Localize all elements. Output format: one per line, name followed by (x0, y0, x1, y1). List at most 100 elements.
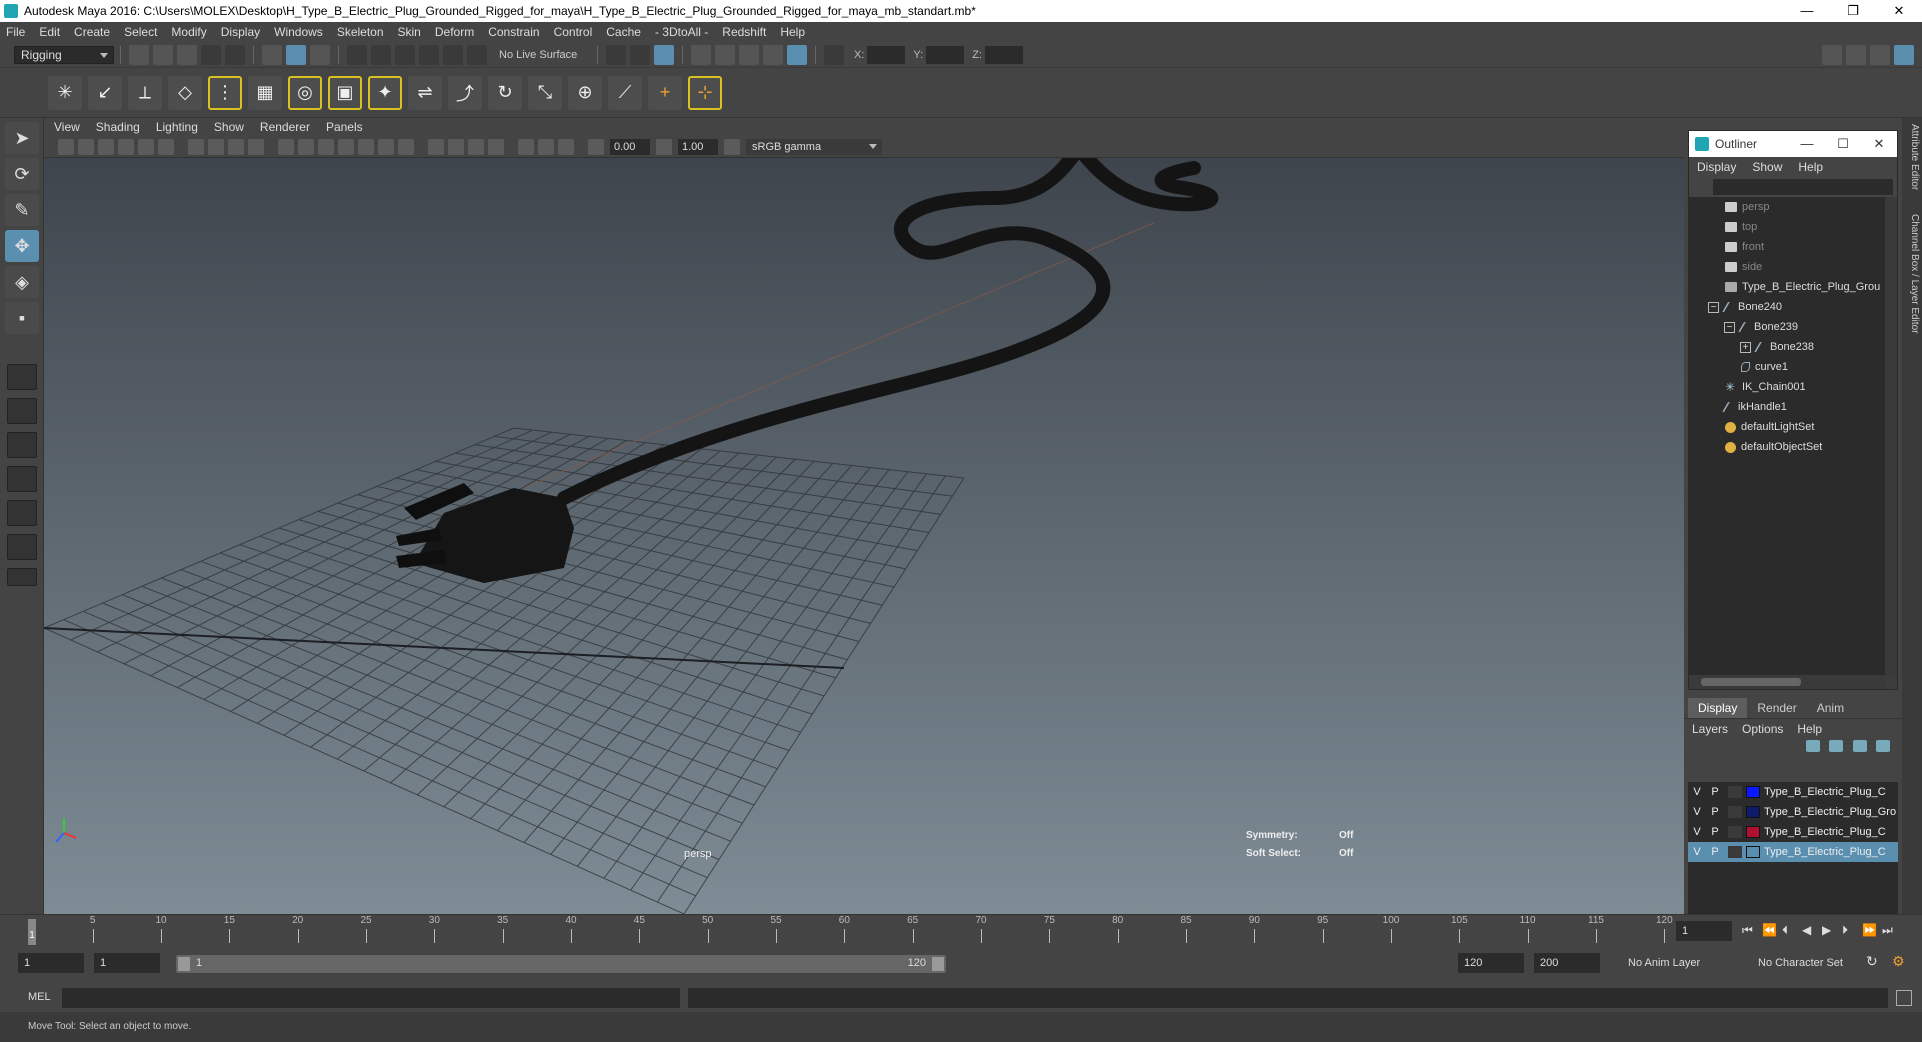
bind-skin-icon[interactable]: ▦ (248, 75, 282, 110)
parent-constraint-icon[interactable]: ⊕ (568, 75, 602, 110)
menu-item-9[interactable]: Deform (435, 25, 474, 39)
modeling-toolkit-icon[interactable] (1822, 44, 1842, 65)
step-back-frame-icon[interactable]: ⏴ (1782, 923, 1788, 938)
ambient-occlusion-icon[interactable] (398, 138, 414, 155)
outliner-item-2[interactable]: front (1689, 237, 1885, 257)
anti-aliasing-icon[interactable] (448, 138, 464, 155)
outliner-item-9[interactable]: ✳ IK_Chain001 (1689, 377, 1885, 397)
play-forward-icon[interactable]: ▶ (1822, 923, 1831, 937)
wireframe-on-shaded-icon[interactable] (318, 138, 334, 155)
smooth-shade-icon[interactable] (298, 138, 314, 155)
layer-visibility-toggle[interactable]: V (1688, 786, 1706, 798)
outliner-menu-item-0[interactable]: Display (1697, 160, 1736, 174)
close-button[interactable]: ✕ (1876, 0, 1922, 22)
shadows-icon[interactable] (378, 138, 394, 155)
locator-icon[interactable]: + (648, 75, 682, 110)
outliner-item-3[interactable]: side (1689, 257, 1885, 277)
anim-layer-dropdown[interactable]: No Anim Layer (1628, 957, 1700, 969)
outliner-close-button[interactable]: ✕ (1861, 131, 1897, 157)
point-constraint-icon[interactable]: ⇌ (408, 75, 442, 110)
rotate-tool-icon[interactable]: ◈ (5, 266, 39, 298)
redo-icon[interactable] (225, 44, 245, 65)
use-all-lights-icon[interactable] (358, 138, 374, 155)
outliner-menu-item-1[interactable]: Show (1752, 160, 1782, 174)
menu-item-11[interactable]: Control (554, 25, 593, 39)
pole-vector-icon[interactable]: ⟋ (608, 75, 642, 110)
menu-item-0[interactable]: File (6, 25, 25, 39)
undo-icon[interactable] (201, 44, 221, 65)
step-forward-frame-icon[interactable]: ⏵ (1842, 923, 1848, 938)
outliner-vertical-scrollbar[interactable] (1885, 197, 1897, 677)
menu-item-8[interactable]: Skin (398, 25, 421, 39)
render-view-icon[interactable] (691, 44, 711, 65)
animation-start-field[interactable]: 1 (18, 953, 84, 973)
persp-graph-layout-icon[interactable] (7, 466, 37, 492)
menu-item-14[interactable]: Redshift (722, 25, 766, 39)
exposure-field[interactable]: 0.00 (610, 138, 650, 155)
menu-item-13[interactable]: - 3DtoAll - (655, 25, 708, 39)
layer-row[interactable]: V P Type_B_Electric_Plug_C (1688, 842, 1898, 862)
wireframe-icon[interactable] (278, 138, 294, 155)
layer-visibility-toggle[interactable]: V (1688, 806, 1706, 818)
layer-playback-toggle[interactable]: P (1706, 826, 1724, 838)
current-frame-field[interactable]: 1 (1676, 921, 1732, 941)
expand-toggle-icon[interactable]: − (1724, 321, 1735, 333)
scale-tool-icon[interactable]: ▪ (5, 302, 39, 334)
snap-surface-icon[interactable] (443, 44, 463, 65)
menu-item-6[interactable]: Windows (274, 25, 323, 39)
outliner-horizontal-scrollbar[interactable] (1689, 675, 1885, 689)
layer-menu-item-2[interactable]: Help (1797, 722, 1822, 736)
channel-box-tab[interactable]: Channel Box / Layer Editor (1904, 208, 1920, 340)
minimize-button[interactable]: — (1784, 0, 1830, 22)
auto-key-icon[interactable]: ↻ (1866, 953, 1878, 970)
ik-spline-icon[interactable]: ⟂ (128, 75, 162, 110)
interactive-bind-icon[interactable]: ▣ (328, 75, 362, 110)
viewport-menu-item-3[interactable]: Show (214, 120, 244, 134)
expand-toggle-icon[interactable]: + (1740, 341, 1751, 353)
select-component-icon[interactable] (310, 44, 330, 65)
persp-outliner-layout-icon[interactable] (7, 500, 37, 526)
ik-handle-icon[interactable]: ↙ (88, 75, 122, 110)
view-transform-dropdown[interactable]: sRGB gamma (746, 138, 882, 155)
layer-menu-item-1[interactable]: Options (1742, 722, 1783, 736)
camera-attributes-icon[interactable] (58, 138, 74, 155)
step-forward-key-icon[interactable]: ⏩ (1862, 923, 1877, 937)
color-management-icon[interactable] (724, 138, 740, 155)
resolution-gate-icon[interactable] (158, 138, 174, 155)
render-frame-icon[interactable] (715, 44, 735, 65)
menu-item-5[interactable]: Display (221, 25, 260, 39)
outliner-minimize-button[interactable]: — (1789, 131, 1825, 157)
grid-toggle-icon[interactable] (118, 138, 134, 155)
menu-item-3[interactable]: Select (124, 25, 157, 39)
depth-of-field-icon[interactable] (468, 138, 484, 155)
outliner-item-12[interactable]: defaultObjectSet (1689, 437, 1885, 457)
viewport-menu-item-2[interactable]: Lighting (156, 120, 198, 134)
outliner-menu-item-2[interactable]: Help (1798, 160, 1823, 174)
outliner-item-10[interactable]: ikHandle1 (1689, 397, 1885, 417)
joint-tool-icon[interactable]: ✳ (48, 75, 82, 110)
go-to-end-icon[interactable]: ⏭ (1882, 923, 1893, 938)
four-view-layout-icon[interactable] (7, 398, 37, 424)
playback-start-field[interactable]: 1 (94, 953, 160, 973)
menu-item-2[interactable]: Create (74, 25, 110, 39)
x-field[interactable] (867, 45, 906, 64)
select-object-icon[interactable] (286, 44, 306, 65)
move-tool-icon[interactable]: ✥ (5, 230, 39, 262)
move-layer-up-icon[interactable] (1805, 739, 1820, 752)
layer-type-toggle[interactable] (1728, 806, 1742, 818)
restore-button[interactable]: ❐ (1830, 0, 1876, 22)
attribute-editor-toggle-icon[interactable] (1846, 44, 1866, 65)
field-chart-icon[interactable] (208, 138, 224, 155)
layer-color-swatch[interactable] (1746, 846, 1760, 858)
motion-blur-icon[interactable] (428, 138, 444, 155)
xray-joints-icon[interactable] (538, 138, 554, 155)
mel-input[interactable] (62, 988, 680, 1008)
exposure-icon[interactable] (588, 138, 604, 155)
textured-icon[interactable] (338, 138, 354, 155)
two-view-layout-icon[interactable] (7, 432, 37, 458)
render-settings-icon[interactable] (763, 44, 783, 65)
expand-toggle-icon[interactable]: − (1708, 301, 1719, 313)
playback-end-field[interactable]: 120 (1458, 953, 1524, 973)
layer-type-toggle[interactable] (1728, 826, 1742, 838)
layer-type-toggle[interactable] (1728, 786, 1742, 798)
